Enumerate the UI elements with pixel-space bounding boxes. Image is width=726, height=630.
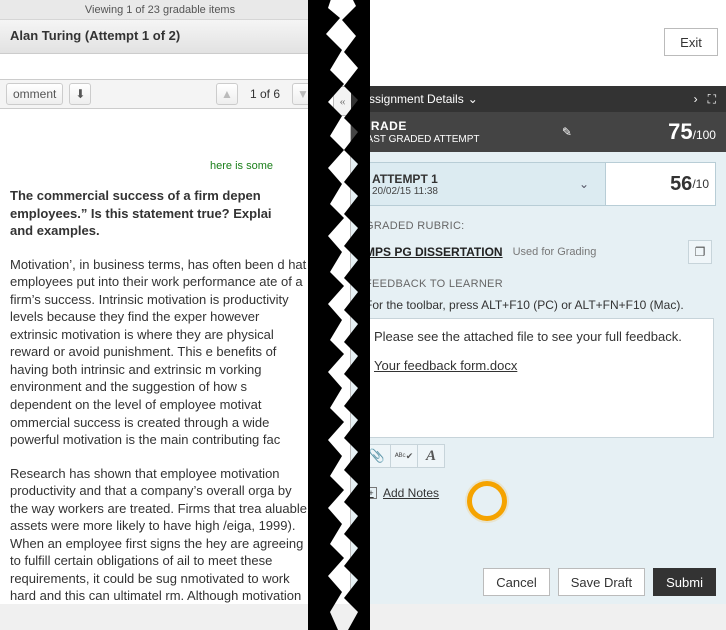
toolbar-hint: For the toolbar, press ALT+F10 (PC) or A… — [365, 298, 712, 312]
feedback-section-title: FEEDBACK TO LEARNER — [365, 278, 712, 290]
annotation-text: here is some — [210, 160, 310, 172]
text-format-icon[interactable]: A — [417, 444, 445, 468]
panel-header: Assignment Details ⌄ › ⛶ — [351, 86, 726, 112]
rubric-section-title: GRADED RUBRIC: — [365, 220, 712, 232]
attempt-selector[interactable]: ATTEMPT 1 20/02/15 11:38 ⌄ 56/10 — [361, 162, 716, 206]
prev-page-button[interactable]: ▲ — [216, 83, 238, 105]
comment-button[interactable]: omment — [6, 83, 63, 105]
spellcheck-icon[interactable]: ᴬᴮᶜ✔ — [390, 444, 418, 468]
attempt-score[interactable]: 56/10 — [605, 163, 715, 205]
action-buttons: Cancel Save Draft Submi — [483, 568, 716, 596]
student-attempt-header: Alan Turing (Attempt 1 of 2) — [0, 20, 320, 54]
grade-label: GRADE — [361, 119, 407, 133]
document-toolbar: omment ⬇ ▲ 1 of 6 ▼ — [0, 79, 320, 109]
submit-button[interactable]: Submi — [653, 568, 716, 596]
next-page-button[interactable]: ▼ — [292, 83, 314, 105]
overall-grade-bar: GRADE LAST GRADED ATTEMPT ✎ 75/100 — [351, 112, 726, 152]
overall-grade-score: 75/100 — [668, 119, 716, 145]
cancel-button[interactable]: Cancel — [483, 568, 549, 596]
chevron-down-icon[interactable]: ⌄ — [579, 177, 595, 191]
feedback-attachment-link[interactable]: Your feedback form.docx — [374, 358, 517, 373]
essay-paragraph: Motivation’, in business terms, has ofte… — [10, 256, 310, 449]
next-student-icon[interactable]: › — [694, 92, 698, 107]
essay-viewport: here is some The commercial success of a… — [0, 130, 320, 604]
grading-panel: « Assignment Details ⌄ › ⛶ GRADE LAST GR… — [350, 86, 726, 604]
page-count: 1 of 6 — [244, 87, 286, 101]
plus-icon: + — [365, 487, 377, 499]
attach-file-icon[interactable]: 📎 — [363, 444, 391, 468]
chevron-down-icon[interactable]: ⌄ — [468, 92, 478, 106]
attempt-label: ATTEMPT 1 — [372, 172, 438, 186]
add-notes-link[interactable]: + Add Notes — [365, 486, 712, 500]
grade-sublabel: LAST GRADED ATTEMPT — [361, 134, 480, 145]
feedback-section: FEEDBACK TO LEARNER For the toolbar, pre… — [351, 264, 726, 312]
rubric-note: Used for Grading — [513, 246, 597, 258]
save-draft-button[interactable]: Save Draft — [558, 568, 645, 596]
open-rubric-icon[interactable]: ❐ — [688, 240, 712, 264]
fullscreen-icon[interactable]: ⛶ — [708, 92, 716, 107]
add-notes-label: Add Notes — [383, 486, 439, 500]
viewing-count-bar: Viewing 1 of 23 gradable items — [0, 0, 320, 20]
download-icon[interactable]: ⬇ — [69, 83, 91, 105]
exit-button[interactable]: Exit — [664, 28, 718, 56]
rubric-link[interactable]: MPS PG DISSERTATION — [365, 245, 503, 259]
attempt-timestamp: 20/02/15 11:38 — [372, 186, 438, 197]
panel-title[interactable]: Assignment Details — [361, 92, 464, 106]
collapse-panel-button[interactable]: « — [333, 86, 351, 116]
feedback-text: Please see the attached file to see your… — [374, 329, 682, 344]
essay-question: The commercial success of a firm depen e… — [10, 187, 310, 240]
essay-paragraph: Research has shown that employee motivat… — [10, 465, 310, 604]
edit-grade-icon[interactable]: ✎ — [562, 125, 572, 139]
feedback-toolbar: 📎 ᴬᴮᶜ✔ A — [363, 444, 714, 468]
feedback-editor[interactable]: Please see the attached file to see your… — [363, 318, 714, 438]
rubric-section: GRADED RUBRIC: MPS PG DISSERTATION Used … — [351, 206, 726, 264]
